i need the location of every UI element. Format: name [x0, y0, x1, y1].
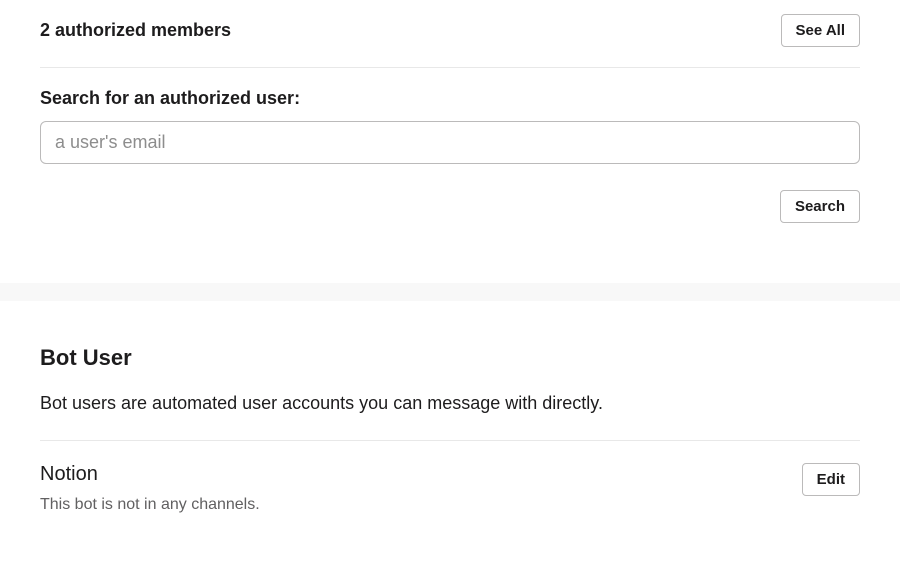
- bot-user-description: Bot users are automated user accounts yo…: [40, 393, 860, 441]
- search-block: Search for an authorized user: Search: [40, 68, 860, 223]
- search-action-row: Search: [40, 190, 860, 223]
- members-title: 2 authorized members: [40, 20, 231, 41]
- members-header: 2 authorized members See All: [40, 14, 860, 68]
- bot-name: Notion: [40, 463, 260, 486]
- section-divider: [0, 283, 900, 301]
- bot-item-info: Notion This bot is not in any channels.: [40, 463, 260, 514]
- bot-item-row: Notion This bot is not in any channels. …: [40, 441, 860, 514]
- authorized-members-section: 2 authorized members See All Search for …: [0, 0, 900, 223]
- search-input[interactable]: [40, 121, 860, 164]
- see-all-button[interactable]: See All: [781, 14, 860, 47]
- edit-button[interactable]: Edit: [802, 463, 860, 496]
- bot-user-section: Bot User Bot users are automated user ac…: [0, 301, 900, 514]
- search-label: Search for an authorized user:: [40, 88, 860, 109]
- search-button[interactable]: Search: [780, 190, 860, 223]
- bot-user-title: Bot User: [40, 345, 860, 371]
- bot-status: This bot is not in any channels.: [40, 496, 260, 514]
